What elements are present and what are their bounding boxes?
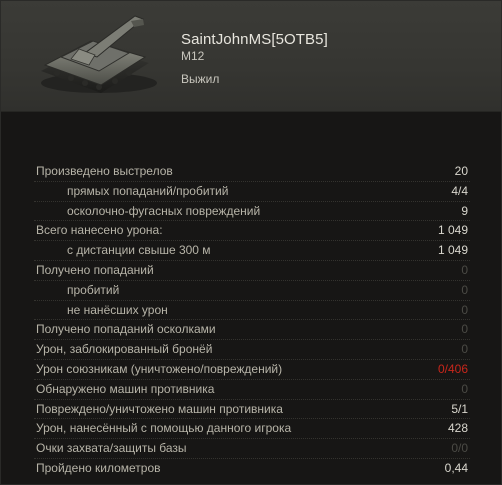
stat-label: Урон, заблокированный бронёй (36, 342, 213, 357)
stat-value: 0 (461, 282, 468, 297)
stat-label: Получено попаданий (36, 262, 154, 277)
stat-label: Всего нанесено урона: (36, 223, 163, 238)
stat-label: пробитий (67, 282, 120, 297)
stat-value: 0 (461, 322, 468, 337)
stat-row: Пройдено километров 0,44 (34, 459, 470, 479)
stat-row: Очки захвата/защиты базы 0/0 (34, 439, 470, 459)
stat-value: 0 (461, 381, 468, 396)
stat-row: Обнаружено машин противника 0 (34, 380, 470, 400)
stat-label: Повреждено/уничтожено машин противника (36, 401, 283, 416)
stat-label: Урон, нанесённый с помощью данного игрок… (36, 421, 292, 436)
stat-row: Всего нанесено урона: 1 049 (34, 221, 470, 242)
stat-value: 9 (461, 203, 468, 218)
player-name: SaintJohnMS[5OTB5] (181, 31, 328, 48)
stat-label: Урон союзникам (уничтожено/повреждений) (36, 361, 283, 376)
survival-status: Выжил (181, 72, 220, 86)
stat-label: с дистанции свыше 300 м (67, 243, 211, 258)
stat-value: 1 049 (437, 243, 468, 258)
stat-row: Урон, заблокированный бронёй 0 (34, 340, 470, 360)
stat-value: 0 (461, 302, 468, 317)
stat-row: Урон, нанесённый с помощью данного игрок… (34, 419, 470, 440)
stat-row: Произведено выстрелов 20 (34, 162, 470, 182)
stats-table: Произведено выстрелов 20 прямых попаданий/… (34, 162, 470, 479)
stat-row: прямых попаданий/пробитий 4/4 (34, 182, 470, 202)
stat-row: пробитий 0 (34, 281, 470, 301)
stat-row: не нанёсших урон 0 (34, 301, 470, 321)
self-propelled-gun-icon (41, 15, 157, 93)
stat-row: Урон союзникам (уничтожено/повреждений) 0… (34, 360, 470, 380)
battle-results-panel: SaintJohnMS[5OTB5] M12 Выжил Произведено… (0, 0, 502, 485)
stat-row: с дистанции свыше 300 м 1 049 (34, 241, 470, 261)
stat-label: Очки захвата/защиты базы (36, 441, 187, 456)
stat-value: 1 049 (437, 223, 468, 238)
stat-label: Произведено выстрелов (36, 164, 173, 178)
stat-label: Получено попаданий осколками (36, 322, 216, 337)
vehicle-name: M12 (181, 49, 205, 63)
stat-row: осколочно-фугасных повреждений 9 (34, 202, 470, 222)
stat-value: 4/4 (451, 183, 468, 198)
stat-label: Обнаружено машин противника (36, 381, 215, 396)
player-header: SaintJohnMS[5OTB5] M12 Выжил (1, 1, 501, 112)
stat-value: 0/0 (451, 441, 468, 456)
stat-label: не нанёсших урон (67, 302, 168, 317)
stat-row: Получено попаданий 0 (34, 261, 470, 281)
stat-value: 0,44 (444, 460, 468, 475)
stat-row: Повреждено/уничтожено машин противника 5/… (34, 400, 470, 420)
stat-label: осколочно-фугасных повреждений (67, 203, 261, 218)
stat-value: 0 (461, 342, 468, 357)
stat-label: Пройдено километров (36, 460, 161, 475)
stat-value: 20 (454, 164, 468, 178)
stat-value: 428 (447, 421, 468, 436)
stat-row: Получено попаданий осколками 0 (34, 320, 470, 341)
stat-value: 0 (461, 262, 468, 277)
stat-label: прямых попаданий/пробитий (67, 183, 229, 198)
stat-value: 0/406 (437, 361, 468, 376)
stat-value: 5/1 (451, 401, 468, 416)
